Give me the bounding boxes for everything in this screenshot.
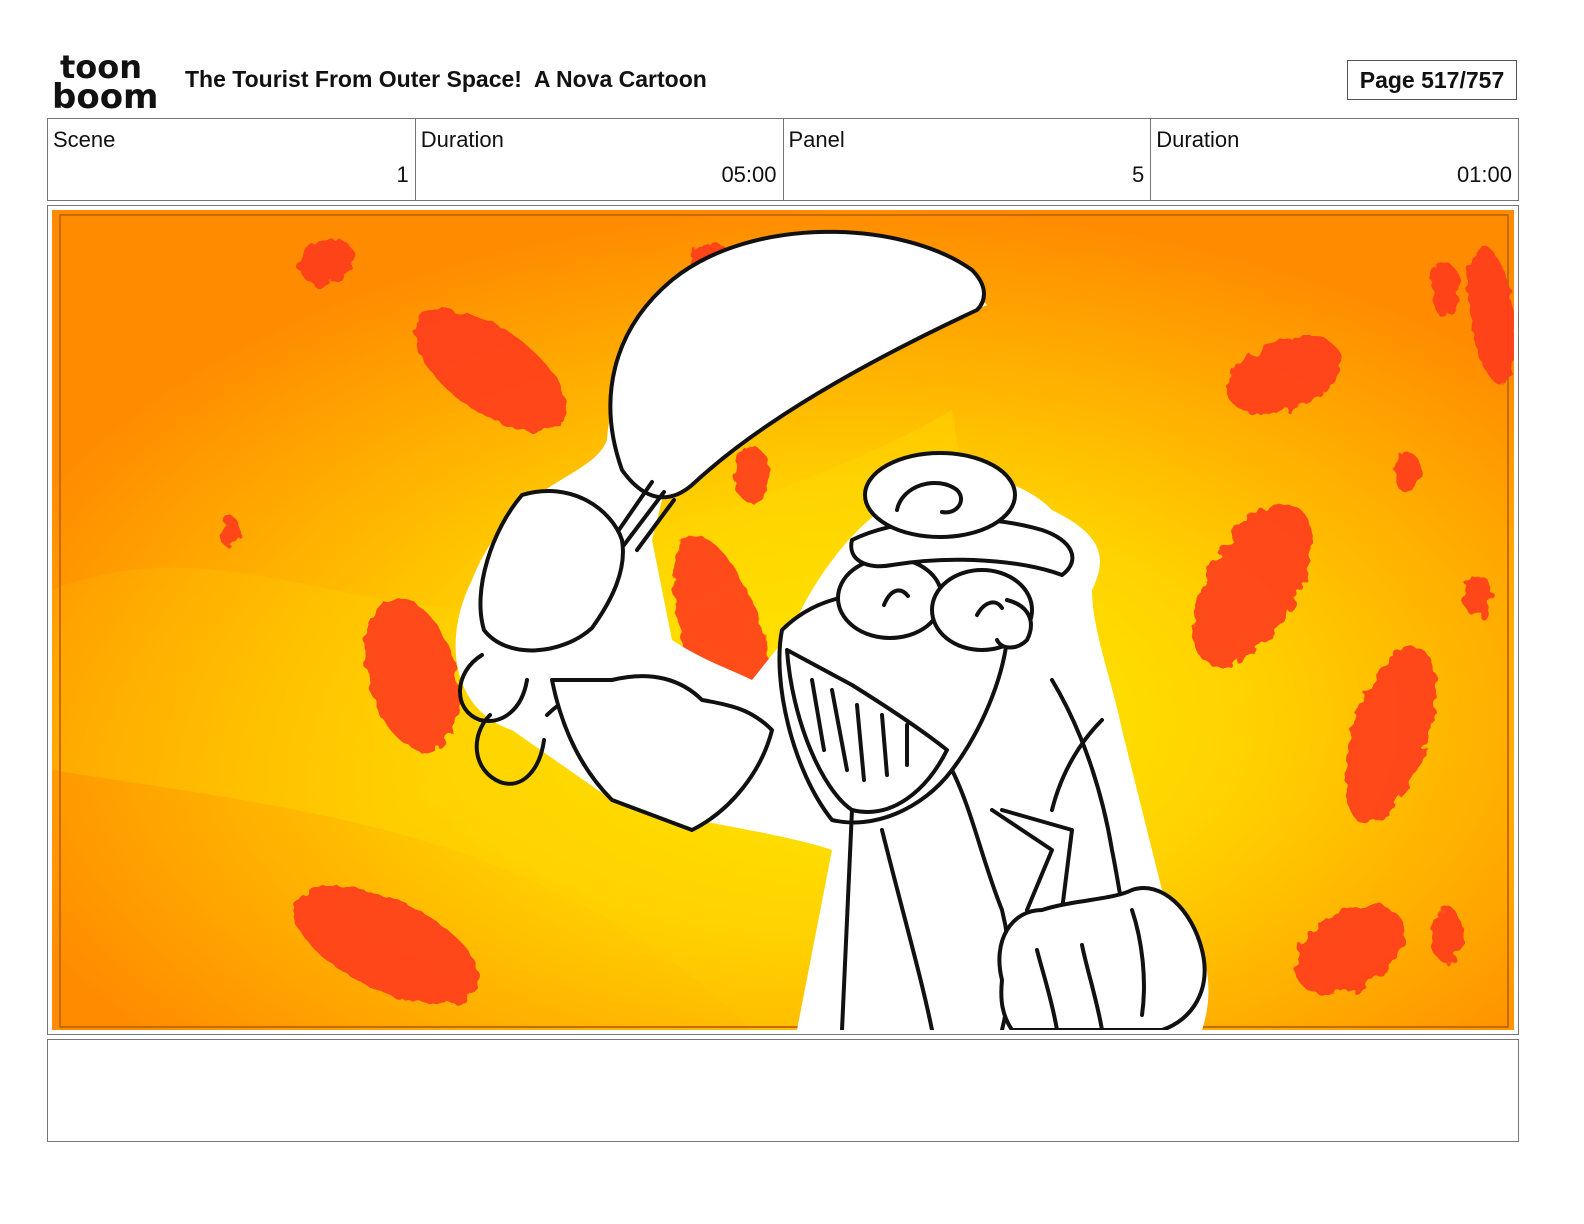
panel-caption-box [47, 1039, 1519, 1142]
panel-duration-cell: Duration 01:00 [1151, 119, 1518, 200]
splotch-10 [1431, 262, 1459, 318]
scene-duration-cell: Duration 05:00 [416, 119, 784, 200]
splotch-4 [734, 447, 770, 503]
panel-label: Panel [788, 127, 845, 152]
splotch-12 [1393, 452, 1421, 492]
storyboard-panel-drawing [52, 210, 1514, 1030]
hair-curl [863, 451, 1017, 539]
page-number: Page 517/757 [1347, 60, 1517, 100]
scene-cell: Scene 1 [48, 119, 416, 200]
panel-cell: Panel 5 [784, 119, 1152, 200]
scene-duration-label: Duration [420, 127, 504, 152]
splotch-17 [1431, 907, 1463, 963]
toon-boom-logo: toon boom [52, 50, 158, 112]
storyboard-panel-frame [47, 205, 1519, 1035]
scene-duration-value: 05:00 [721, 162, 777, 187]
document-title: The Tourist From Outer Space! A Nova Car… [185, 66, 707, 92]
splotch-5 [220, 516, 240, 548]
splotch-14 [1463, 573, 1491, 617]
scene-label: Scene [53, 127, 116, 152]
scene-value: 1 [396, 162, 409, 187]
left-eye [836, 556, 944, 640]
panel-value: 5 [1132, 162, 1145, 187]
panel-duration-label: Duration [1156, 127, 1240, 152]
panel-duration-value: 01:00 [1456, 162, 1512, 187]
panel-info-table: Scene 1 Duration 05:00 Panel 5 Duration … [47, 118, 1519, 201]
logo-bottom-text: boom [52, 77, 158, 112]
